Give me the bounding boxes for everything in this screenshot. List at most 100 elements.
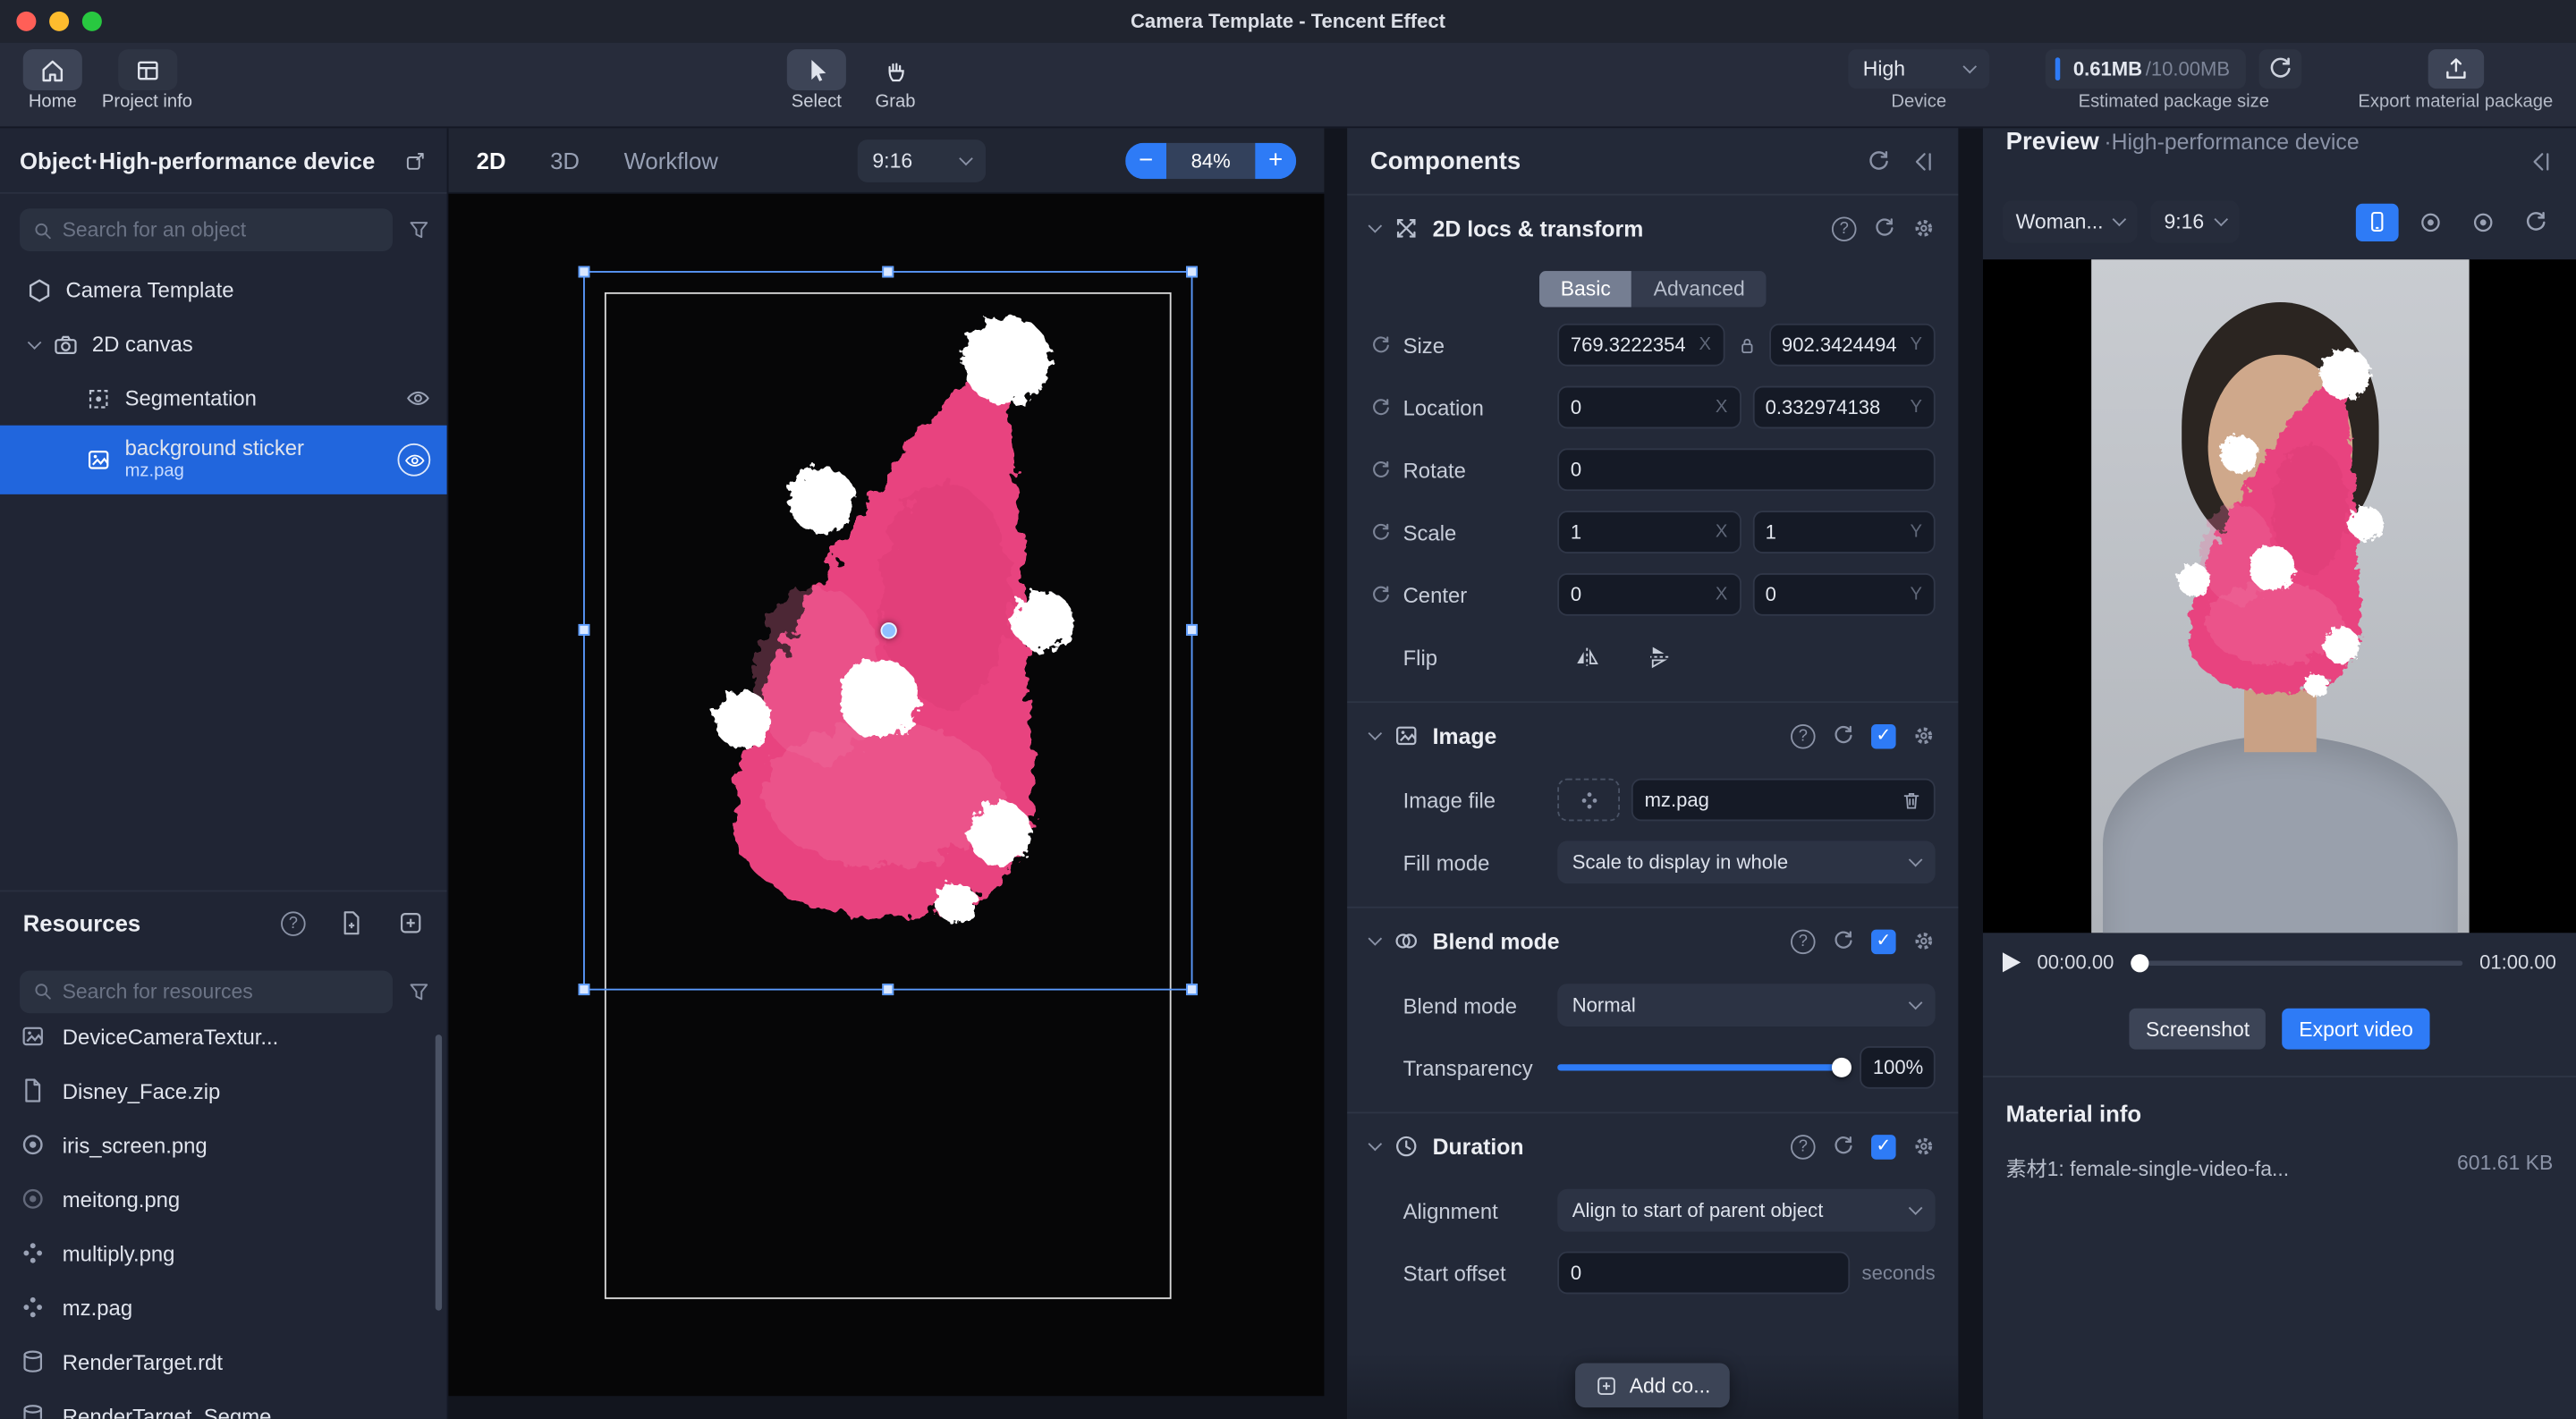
chevron-down-icon[interactable] — [1368, 932, 1383, 946]
resize-handle[interactable] — [881, 984, 893, 995]
transparency-value-input[interactable]: 100% — [1860, 1046, 1935, 1089]
list-item[interactable]: DeviceCameraTextur... — [0, 1024, 447, 1063]
image-file-input[interactable]: mz.pag — [1631, 779, 1936, 822]
aspect-ratio-select[interactable]: 9:16 — [858, 139, 986, 182]
close-button[interactable] — [16, 12, 36, 31]
tree-item-segmentation[interactable]: Segmentation — [0, 371, 447, 426]
expand-panel-icon[interactable] — [404, 148, 428, 172]
reset-components-icon[interactable] — [1867, 148, 1892, 173]
collapse-panel-icon[interactable] — [2529, 148, 2554, 173]
scale-x-input[interactable]: 1X — [1557, 511, 1741, 553]
grab-tool-button[interactable]: Grab — [866, 49, 925, 112]
reset-icon[interactable] — [1370, 459, 1392, 480]
tree-item-camera-template[interactable]: Camera Template — [0, 263, 447, 317]
minimize-button[interactable] — [49, 12, 69, 31]
device-preview-button[interactable] — [2356, 203, 2399, 241]
tab-advanced[interactable]: Advanced — [1632, 271, 1767, 307]
location-y-input[interactable]: 0.332974138Y — [1752, 386, 1936, 429]
lock-icon[interactable] — [1736, 334, 1758, 356]
tab-2d[interactable]: 2D — [477, 147, 506, 173]
anchor-point[interactable] — [880, 622, 896, 638]
tab-basic[interactable]: Basic — [1539, 271, 1632, 307]
reset-icon[interactable] — [1370, 397, 1392, 418]
resource-search[interactable] — [20, 970, 393, 1013]
object-search[interactable] — [20, 208, 393, 251]
list-item[interactable]: mz.pag — [0, 1280, 447, 1335]
resize-handle[interactable] — [579, 266, 590, 278]
resize-handle[interactable] — [1186, 266, 1198, 278]
visibility-eye-icon[interactable] — [406, 386, 431, 411]
model-select[interactable]: Woman... — [2003, 200, 2138, 243]
import-resource-icon[interactable] — [338, 910, 364, 936]
list-item[interactable]: iris_screen.png — [0, 1118, 447, 1172]
gear-icon[interactable] — [1912, 930, 1936, 953]
add-component-button[interactable]: Add co... — [1575, 1363, 1730, 1407]
list-item[interactable]: RenderTarget_Segme... — [0, 1389, 447, 1419]
reset-icon[interactable] — [1832, 724, 1855, 748]
size-y-input[interactable]: 902.3424494Y — [1768, 324, 1935, 367]
gear-icon[interactable] — [1912, 724, 1936, 748]
chevron-down-icon[interactable] — [1368, 1137, 1383, 1152]
refresh-package-size-button[interactable] — [2259, 49, 2302, 89]
resize-handle[interactable] — [579, 624, 590, 636]
timeline-knob[interactable] — [2131, 953, 2148, 971]
chevron-down-icon[interactable] — [28, 334, 42, 349]
trash-icon[interactable] — [1901, 790, 1922, 811]
tab-3d[interactable]: 3D — [550, 147, 580, 173]
tab-workflow[interactable]: Workflow — [624, 147, 718, 173]
enable-checkbox[interactable]: ✓ — [1871, 929, 1896, 954]
rotate-input[interactable]: 0 — [1557, 448, 1935, 491]
location-x-input[interactable]: 0X — [1557, 386, 1741, 429]
maximize-button[interactable] — [82, 12, 102, 31]
list-item[interactable]: Disney_Face.zip — [0, 1063, 447, 1118]
home-button[interactable]: Home — [23, 49, 82, 112]
refresh-preview-button[interactable] — [2513, 203, 2556, 241]
help-icon[interactable]: ? — [1791, 929, 1816, 954]
enable-checkbox[interactable]: ✓ — [1871, 1134, 1896, 1159]
slider-knob[interactable] — [1832, 1058, 1852, 1077]
gear-icon[interactable] — [1912, 1135, 1936, 1158]
resize-handle[interactable] — [1186, 624, 1198, 636]
timeline-slider[interactable] — [2131, 960, 2463, 966]
list-item[interactable]: meitong.png — [0, 1172, 447, 1227]
reset-icon[interactable] — [1873, 216, 1896, 240]
camera-preview-button[interactable] — [2409, 203, 2452, 241]
export-package-button[interactable] — [2428, 49, 2483, 89]
zoom-in-button[interactable]: + — [1255, 142, 1296, 178]
chevron-down-icon[interactable] — [1368, 726, 1383, 740]
reset-icon[interactable] — [1370, 334, 1392, 356]
flip-horizontal-icon[interactable] — [1574, 644, 1600, 670]
help-icon[interactable]: ? — [1832, 216, 1857, 241]
resize-handle[interactable] — [579, 984, 590, 995]
list-item[interactable]: multiply.png — [0, 1226, 447, 1280]
blend-mode-select[interactable]: Normal — [1557, 984, 1935, 1026]
reset-icon[interactable] — [1370, 521, 1392, 543]
list-item[interactable]: RenderTarget.rdt — [0, 1334, 447, 1389]
transparency-slider[interactable] — [1557, 1064, 1848, 1070]
resource-filter-icon[interactable] — [408, 980, 431, 1003]
enable-checkbox[interactable]: ✓ — [1871, 723, 1896, 748]
resize-handle[interactable] — [881, 266, 893, 278]
gear-icon[interactable] — [1912, 216, 1936, 240]
tree-item-background-sticker[interactable]: background sticker mz.pag — [0, 426, 447, 494]
scale-y-input[interactable]: 1Y — [1752, 511, 1936, 553]
export-video-button[interactable]: Export video — [2283, 1009, 2429, 1050]
center-x-input[interactable]: 0X — [1557, 573, 1741, 616]
help-icon[interactable]: ? — [1791, 723, 1816, 748]
resource-search-input[interactable] — [63, 980, 380, 1003]
object-search-input[interactable] — [63, 218, 380, 241]
reset-icon[interactable] — [1832, 930, 1855, 953]
preview-aspect-select[interactable]: 9:16 — [2151, 200, 2239, 243]
alignment-select[interactable]: Align to start of parent object — [1557, 1189, 1935, 1232]
flip-vertical-icon[interactable] — [1646, 644, 1672, 670]
select-tool-button[interactable]: Select — [787, 49, 846, 112]
device-quality-select[interactable]: High — [1848, 49, 1989, 89]
tree-item-2d-canvas[interactable]: 2D canvas — [0, 317, 447, 371]
camera-front-button[interactable] — [2461, 203, 2504, 241]
play-button[interactable] — [2003, 952, 2021, 972]
selection-box[interactable] — [583, 271, 1192, 990]
chevron-down-icon[interactable] — [1368, 219, 1383, 233]
visibility-eye-icon[interactable] — [397, 443, 430, 477]
screenshot-button[interactable]: Screenshot — [2130, 1009, 2267, 1050]
scrollbar[interactable] — [436, 1034, 442, 1310]
